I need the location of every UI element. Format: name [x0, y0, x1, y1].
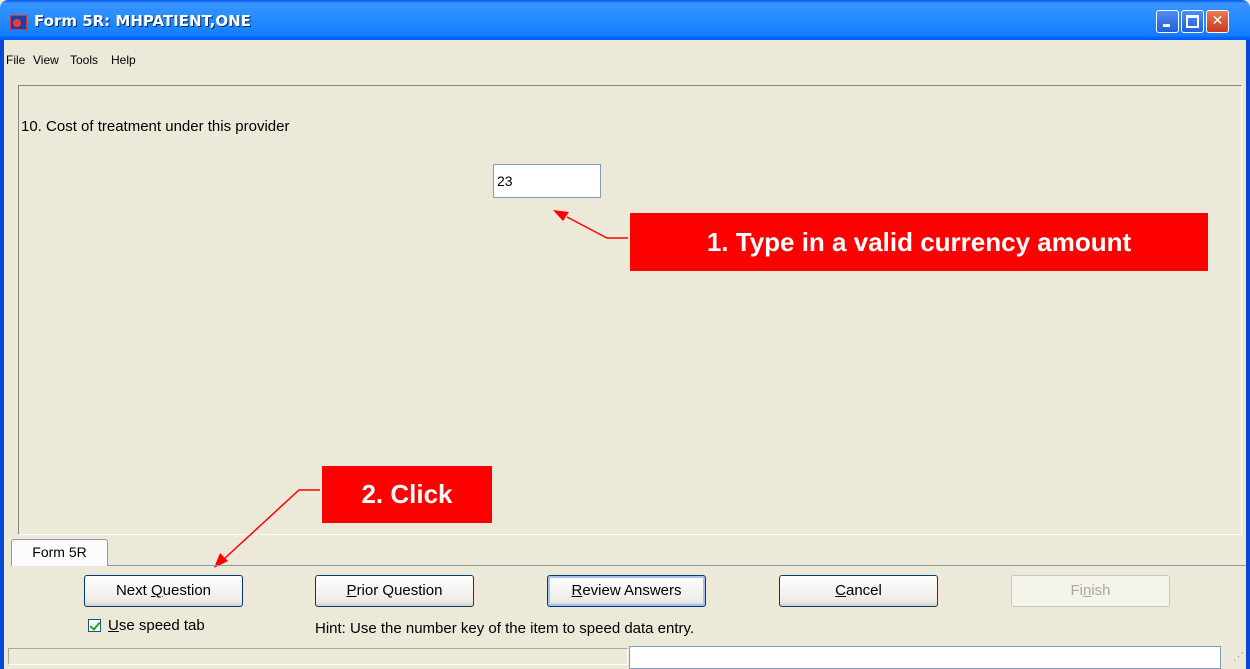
close-button[interactable]: ✕: [1206, 10, 1229, 33]
resize-grip-icon[interactable]: ⋰: [1226, 648, 1244, 666]
status-bar-left: [8, 648, 628, 665]
menu-view[interactable]: View: [33, 53, 59, 67]
question-panel: [18, 85, 1242, 535]
next-question-button[interactable]: Next Question: [84, 575, 243, 607]
window-frame-right: [1246, 40, 1250, 669]
menu-bar: File View Tools Help: [4, 40, 1246, 70]
annotation-step1: 1. Type in a valid currency amount: [630, 213, 1208, 271]
menu-tools[interactable]: Tools: [70, 53, 98, 67]
title-bar: Form 5R: MHPATIENT,ONE ✕: [0, 0, 1250, 40]
window-frame-left: [0, 40, 4, 669]
use-speed-tab-label[interactable]: Use speed tab: [108, 617, 205, 634]
status-bar-right: [629, 646, 1221, 669]
prior-question-button[interactable]: Prior Question: [315, 575, 474, 607]
minimize-button[interactable]: [1156, 10, 1179, 33]
annotation-step2: 2. Click: [322, 466, 492, 523]
menu-file[interactable]: File: [6, 53, 25, 67]
window-title: Form 5R: MHPATIENT,ONE: [34, 12, 251, 30]
question-label: 10. Cost of treatment under this provide…: [21, 118, 290, 135]
use-speed-tab-checkbox[interactable]: [88, 619, 101, 632]
tab-form-5r[interactable]: Form 5R: [11, 539, 108, 566]
cost-input[interactable]: [493, 164, 601, 198]
hint-text: Hint: Use the number key of the item to …: [315, 620, 695, 637]
review-answers-button[interactable]: Review Answers: [547, 575, 706, 607]
tab-divider: [108, 565, 1246, 566]
menu-help[interactable]: Help: [111, 53, 136, 67]
minimize-icon: [1163, 24, 1170, 27]
finish-button: Finish: [1011, 575, 1170, 607]
maximize-button[interactable]: [1181, 10, 1204, 33]
cancel-button[interactable]: Cancel: [779, 575, 938, 607]
app-icon[interactable]: [10, 15, 27, 30]
maximize-icon: [1186, 15, 1199, 28]
close-icon: ✕: [1211, 13, 1224, 29]
